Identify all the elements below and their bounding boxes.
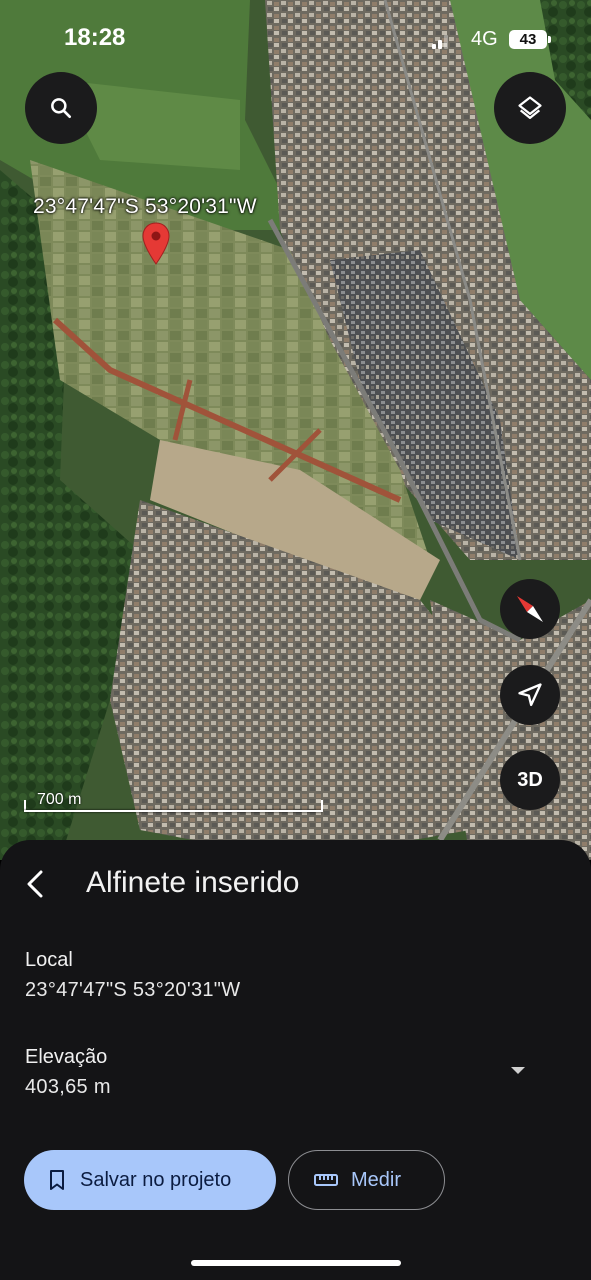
search-button[interactable] [25,72,97,144]
status-bar: 18:28 4G 43 [0,0,591,80]
signal-icon [432,35,452,49]
compass-icon [517,596,543,622]
compass-button[interactable] [500,579,560,639]
local-label: Local [25,949,73,971]
save-to-project-button[interactable]: Salvar no projeto [24,1150,276,1210]
bookmark-icon [50,1170,64,1190]
sheet-title: Alfinete inserido [86,866,300,899]
back-arrow-icon[interactable] [24,868,48,900]
home-indicator[interactable] [191,1260,401,1266]
elevation-value: 403,65 m [25,1076,111,1098]
my-location-button[interactable] [500,665,560,725]
measure-button-label: Medir [351,1168,402,1191]
chevron-down-icon[interactable] [504,1058,532,1082]
network-type: 4G [471,28,498,50]
scale-label: 700 m [37,791,82,808]
layers-button[interactable] [494,72,566,144]
layers-icon [518,96,542,120]
ruler-icon [314,1174,338,1186]
map-pin-icon[interactable] [141,222,171,266]
battery-indicator: 43 [509,30,551,49]
pin-details-sheet: Alfinete inserido Local 23°47'47"S 53°20… [0,840,591,1280]
measure-button[interactable]: Medir [288,1150,445,1210]
3d-toggle-button[interactable]: 3D [500,750,560,810]
save-button-label: Salvar no projeto [80,1168,232,1191]
elevation-label: Elevação [25,1046,108,1068]
pin-coordinates-label: 23°47'47"S 53°20'31"W [33,195,257,218]
scale-bar: 700 m [24,790,324,814]
search-icon [51,98,72,119]
clock: 18:28 [64,24,126,51]
local-value: 23°47'47"S 53°20'31"W [25,979,241,1001]
navigation-arrow-icon [518,683,542,707]
